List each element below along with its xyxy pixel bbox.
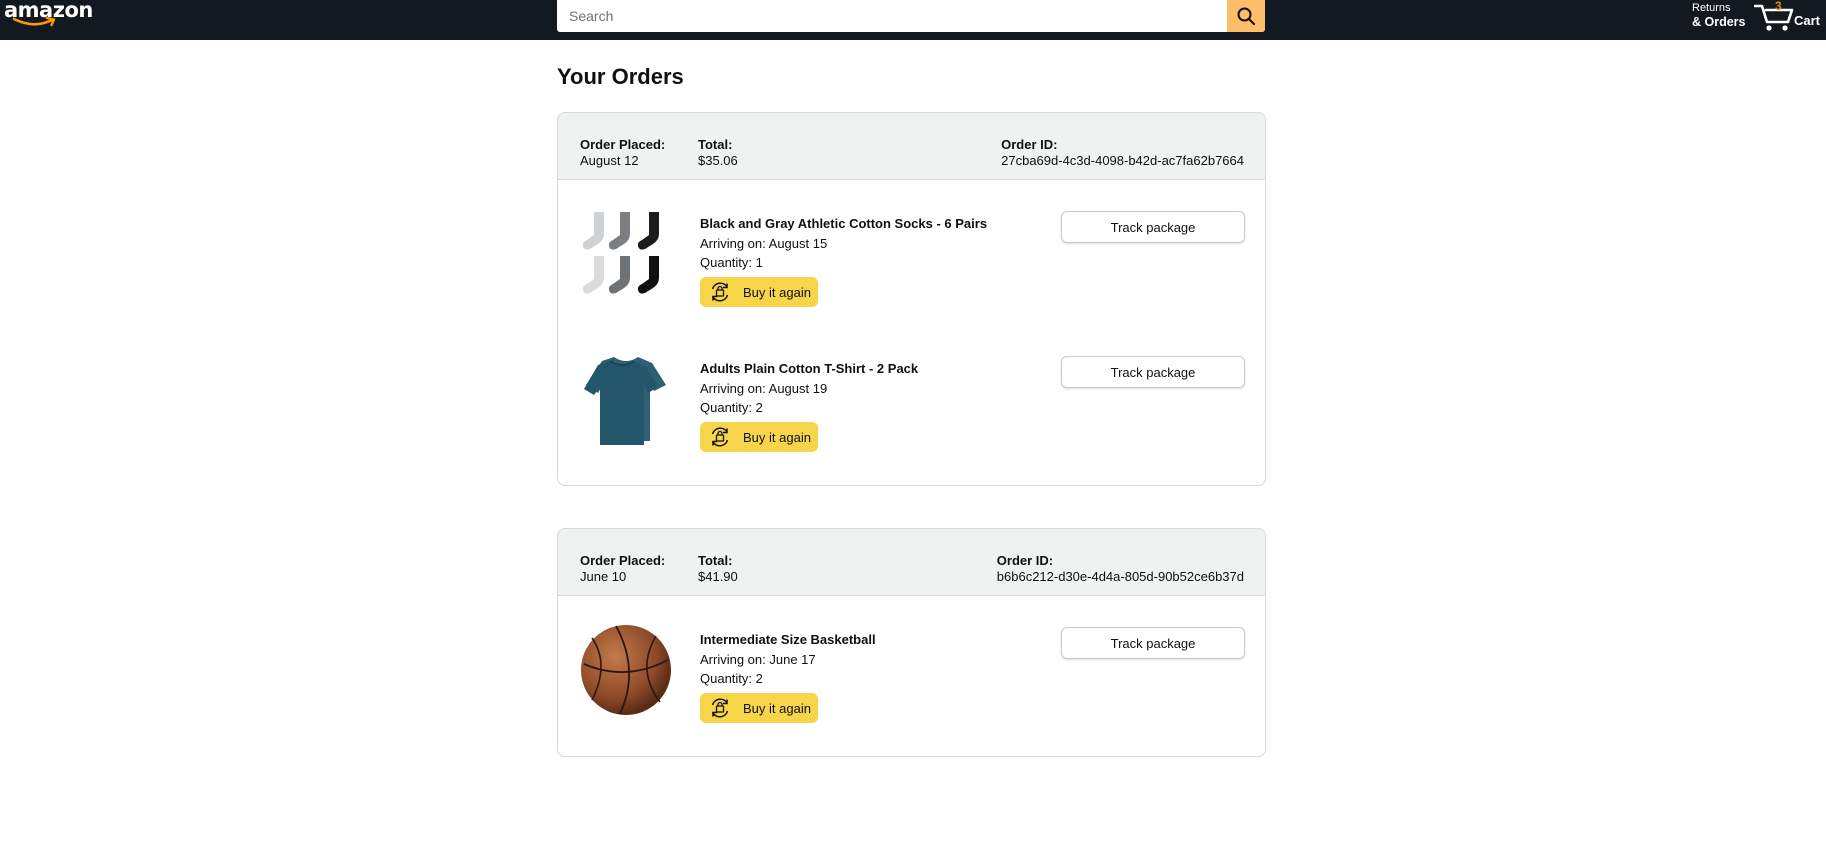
- order-id-value: b6b6c212-d30e-4d4a-805d-90b52ce6b37d: [996, 569, 1244, 584]
- buy-again-label: Buy it again: [743, 284, 811, 300]
- cart-link[interactable]: 3 Cart: [1752, 0, 1821, 34]
- order-placed-date: June 10: [580, 569, 627, 584]
- item-name[interactable]: Adults Plain Cotton T-Shirt - 2 Pack: [700, 361, 918, 377]
- order-header: Order Placed: June 10 Total: $41.90 Orde…: [558, 529, 1265, 596]
- item-name[interactable]: Intermediate Size Basketball: [700, 632, 876, 648]
- order-card: Order Placed: June 10 Total: $41.90 Orde…: [557, 528, 1266, 757]
- order-id-label: Order ID:: [1001, 137, 1058, 152]
- order-total-label: Total:: [698, 553, 733, 568]
- item-name[interactable]: Black and Gray Athletic Cotton Socks - 6…: [700, 216, 987, 232]
- buy-again-button[interactable]: Buy it again: [700, 277, 818, 307]
- order-placed: Order Placed: August 12: [580, 137, 665, 169]
- top-nav: amazon Returns & Orders 3 Cart: [0, 0, 1826, 40]
- order-item: Black and Gray Athletic Cotton Socks - 6…: [558, 180, 1265, 325]
- page-title: Your Orders: [557, 64, 684, 89]
- order-id: Order ID: 27cba69d-4c3d-4098-b42d-ac7fa6…: [1001, 137, 1244, 169]
- socks-image[interactable]: [580, 208, 672, 300]
- order-id-value: 27cba69d-4c3d-4098-b42d-ac7fa62b7664: [1001, 153, 1244, 168]
- search-icon: [1237, 7, 1256, 26]
- item-quantity: Quantity: 1: [700, 255, 763, 270]
- track-package-button[interactable]: Track package: [1061, 356, 1245, 388]
- item-arrival: Arriving on: August 19: [700, 381, 828, 396]
- amazon-logo[interactable]: amazon: [4, 0, 93, 30]
- order-item: Intermediate Size Basketball Arriving on…: [558, 596, 1265, 741]
- order-placed-date: August 12: [580, 153, 639, 168]
- order-item: Adults Plain Cotton T-Shirt - 2 Pack Arr…: [558, 325, 1265, 470]
- item-arrival: Arriving on: August 15: [700, 236, 828, 251]
- order-id: Order ID: b6b6c212-d30e-4d4a-805d-90b52c…: [997, 553, 1244, 585]
- item-info: Black and Gray Athletic Cotton Socks - 6…: [700, 216, 987, 307]
- order-id-label: Order ID:: [996, 553, 1054, 568]
- order-placed-label: Order Placed:: [580, 553, 666, 568]
- returns-label: Returns: [1692, 2, 1731, 14]
- basketball-image[interactable]: [580, 624, 672, 716]
- buy-again-label: Buy it again: [743, 429, 811, 445]
- buy-again-icon: [706, 694, 734, 722]
- item-info: Intermediate Size Basketball Arriving on…: [700, 632, 876, 723]
- item-quantity: Quantity: 2: [700, 400, 763, 415]
- logo-smile-icon: [12, 16, 56, 27]
- item-info: Adults Plain Cotton T-Shirt - 2 Pack Arr…: [700, 361, 918, 452]
- order-total: Total: $41.90: [698, 553, 738, 585]
- search-button[interactable]: [1227, 0, 1265, 32]
- buy-again-label: Buy it again: [743, 700, 811, 716]
- search-bar: [557, 0, 1265, 32]
- order-total-label: Total:: [698, 137, 733, 152]
- cart-count-badge: 3: [1775, 0, 1782, 13]
- cart-label: Cart: [1794, 13, 1821, 28]
- buy-again-button[interactable]: Buy it again: [700, 422, 818, 452]
- buy-again-button[interactable]: Buy it again: [700, 693, 818, 723]
- track-package-button[interactable]: Track package: [1061, 627, 1245, 659]
- order-placed: Order Placed: June 10: [580, 553, 665, 585]
- orders-label: & Orders: [1692, 15, 1746, 29]
- item-arrival: Arriving on: June 17: [700, 652, 816, 667]
- order-card: Order Placed: August 12 Total: $35.06 Or…: [557, 112, 1266, 486]
- order-placed-label: Order Placed:: [580, 137, 666, 152]
- tshirt-image[interactable]: [580, 353, 672, 445]
- order-total-value: $41.90: [698, 569, 738, 584]
- order-total-value: $35.06: [698, 153, 738, 168]
- search-input[interactable]: [557, 0, 1227, 32]
- order-header: Order Placed: August 12 Total: $35.06 Or…: [558, 113, 1265, 180]
- order-total: Total: $35.06: [698, 137, 738, 169]
- buy-again-icon: [706, 423, 734, 451]
- item-quantity: Quantity: 2: [700, 671, 763, 686]
- track-package-button[interactable]: Track package: [1061, 211, 1245, 243]
- buy-again-icon: [706, 278, 734, 306]
- returns-orders-link[interactable]: Returns & Orders: [1692, 1, 1746, 29]
